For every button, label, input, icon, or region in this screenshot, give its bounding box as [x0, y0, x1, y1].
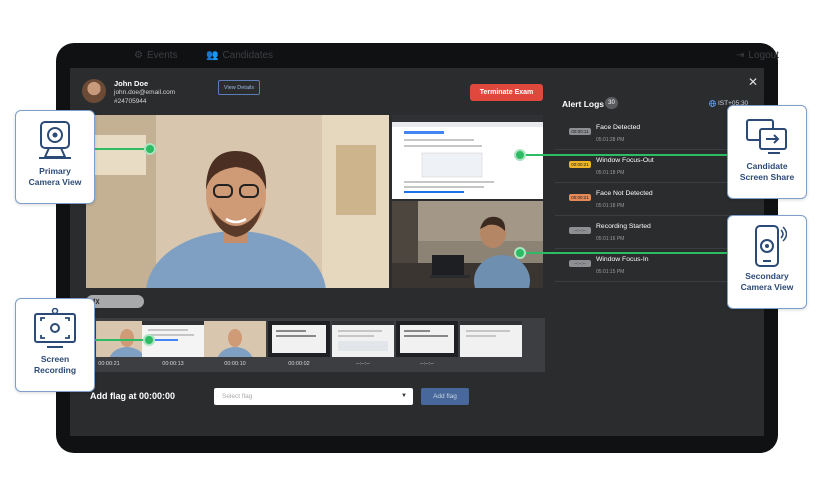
chevron-down-icon: ▼ — [401, 393, 407, 399]
candidate-email: john.doe@email.com — [114, 89, 176, 96]
timeline-thumbnail[interactable] — [268, 321, 330, 357]
alert-logs-title: Alert Logs — [562, 99, 605, 109]
alert-time: 05:01:28 PM — [596, 137, 625, 143]
screen-recording-callout-label: Screen Recording — [33, 354, 77, 375]
screen-share-callout: Candidate Screen Share — [727, 105, 807, 199]
primary-connector — [92, 148, 150, 150]
thumbnail-image — [396, 321, 458, 357]
timeline-thumbnail[interactable] — [332, 321, 394, 357]
alert-label: Face Not Detected — [596, 190, 653, 197]
timeline-time: 00:00:10 — [224, 361, 246, 367]
nav-events-label: Events — [146, 50, 178, 61]
alert-time: 05:01:18 PM — [596, 203, 625, 209]
screen-share-marker — [514, 149, 526, 161]
globe-icon — [709, 100, 716, 107]
recording-connector — [92, 339, 148, 341]
secondary-camera-image — [392, 201, 543, 288]
nav-candidates-label: Candidates — [222, 50, 274, 61]
screen-share-connector — [520, 154, 734, 156]
nav-logout[interactable]: ⇥ Logout — [736, 50, 779, 61]
alert-label: Recording Started — [596, 223, 651, 230]
thumbnail-image — [332, 321, 394, 357]
alert-count-badge: 30 — [605, 97, 618, 109]
primary-camera-video — [86, 115, 389, 288]
nav-logout-label: Logout — [748, 50, 779, 61]
screen-share-callout-label: Candidate Screen Share — [739, 161, 795, 182]
alert-badge: 00:00:21 — [569, 194, 591, 201]
thumbnail-image — [460, 321, 522, 357]
webcam-icon — [39, 121, 71, 159]
alert-item[interactable]: 00:00:11 Face Detected 05:01:28 PM — [555, 116, 737, 150]
flag-select-placeholder: Select flag — [222, 393, 253, 400]
alert-item[interactable]: --:--:-- Recording Started 05:01:16 PM — [555, 215, 737, 249]
alert-time: 05:01:16 PM — [596, 236, 625, 242]
alert-time: 05:01:18 PM — [596, 170, 625, 176]
secondary-camera-callout: Secondary Camera View — [727, 215, 807, 309]
add-flag-label: Add flag at 00:00:00 — [90, 391, 176, 401]
primary-camera-callout-label: Primary Camera View — [28, 166, 82, 187]
timeline-time: --:--:-- — [419, 361, 435, 367]
flag-select[interactable]: Select flag ▼ — [214, 388, 413, 405]
timeline-thumbnail[interactable] — [396, 321, 458, 357]
alert-list: 00:00:11 Face Detected 05:01:28 PM 00:00… — [555, 116, 745, 286]
screen-recording-icon — [34, 308, 76, 348]
terminate-exam-button[interactable]: Terminate Exam — [470, 84, 543, 101]
nav-candidates[interactable]: 👥 Candidates — [206, 50, 273, 61]
nav-events[interactable]: ⚙ Events — [134, 50, 178, 61]
alert-time: 05:01:15 PM — [596, 269, 625, 275]
secondary-marker — [514, 247, 526, 259]
secondary-camera-video — [392, 201, 543, 288]
view-details-button[interactable]: View Details — [218, 80, 260, 95]
alert-label: Face Detected — [596, 124, 641, 131]
avatar — [82, 79, 106, 103]
alert-item[interactable]: 00:00:21 Face Not Detected 05:01:18 PM — [555, 182, 737, 216]
thumbnail-image — [268, 321, 330, 357]
add-flag-button[interactable]: Add flag — [421, 388, 469, 405]
timeline-thumbnail[interactable] — [460, 321, 522, 357]
primary-camera-image — [86, 115, 389, 288]
recording-marker — [143, 334, 155, 346]
thumbnail-image — [204, 321, 266, 357]
secondary-connector — [520, 252, 734, 254]
candidate-name: John Doe — [114, 79, 149, 88]
candidate-id: #24705944 — [114, 98, 147, 105]
screen-share-icon — [746, 119, 787, 154]
events-icon: ⚙ — [134, 50, 143, 61]
alert-badge: 00:00:11 — [569, 128, 591, 135]
alert-badge: --:--:-- — [569, 260, 591, 267]
alert-badge: 00:00:21 — [569, 161, 591, 168]
recording-timeline[interactable]: 00:00:21 00:00:13 00:00:10 00:00:02 --:-… — [86, 318, 545, 372]
screen-recording-callout: Screen Recording — [15, 298, 95, 392]
timeline-time: 00:00:13 — [162, 361, 184, 367]
alert-label: Window Focus-Out — [596, 157, 654, 164]
alert-label: Window Focus-In — [596, 256, 649, 263]
secondary-camera-callout-label: Secondary Camera View — [740, 271, 794, 292]
phone-camera-icon — [755, 225, 787, 267]
primary-camera-callout: Primary Camera View — [15, 110, 95, 204]
timeline-time: 00:00:02 — [288, 361, 310, 367]
close-icon[interactable]: ✕ — [748, 75, 758, 89]
logout-icon: ⇥ — [736, 50, 745, 61]
timeline-time: --:--:-- — [355, 361, 371, 367]
alert-badge: --:--:-- — [569, 227, 591, 234]
candidates-icon: 👥 — [206, 50, 219, 61]
timeline-thumbnail[interactable] — [204, 321, 266, 357]
primary-marker — [144, 143, 156, 155]
top-nav: ⚙ Events 👥 Candidates ⇥ Logout — [70, 48, 779, 66]
